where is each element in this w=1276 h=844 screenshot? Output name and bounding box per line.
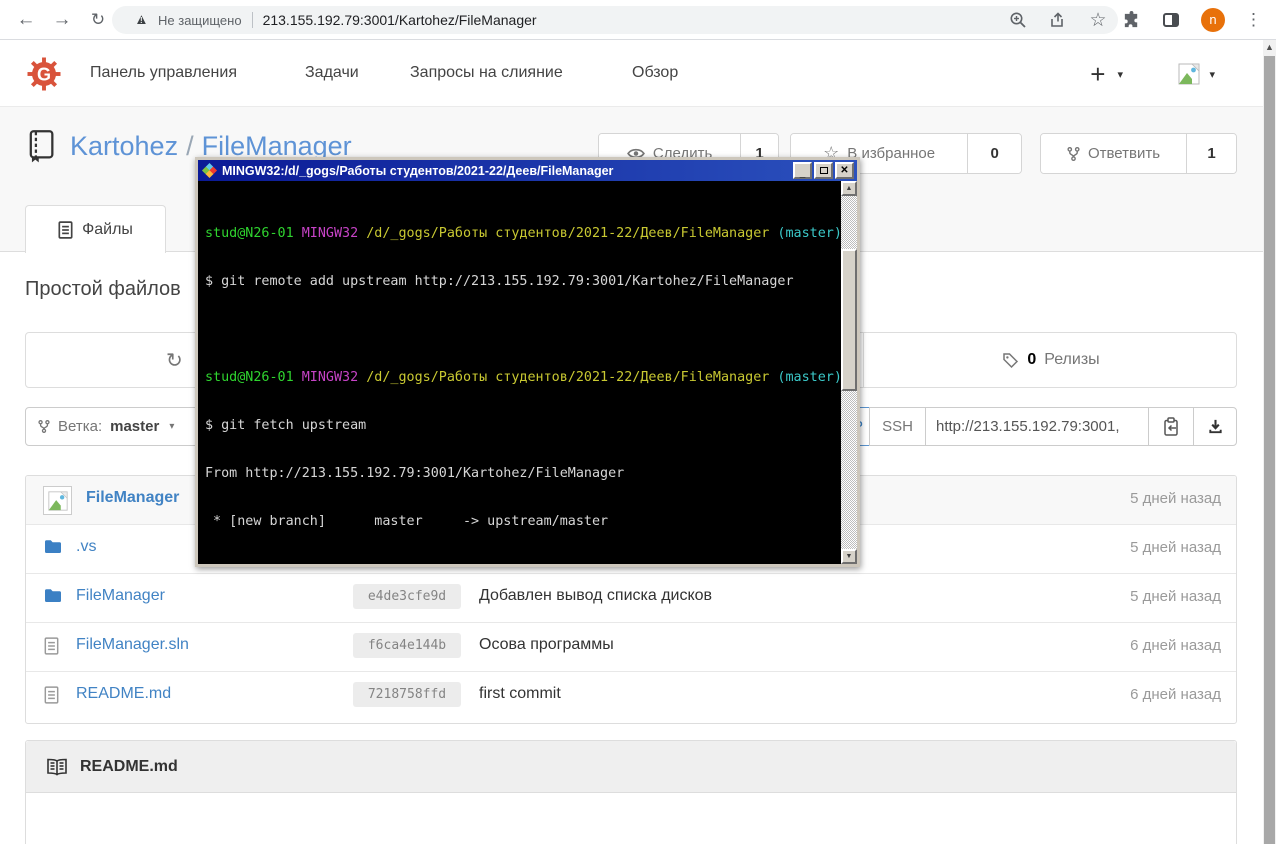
nav-pull-requests[interactable]: Запросы на слияние (410, 64, 563, 82)
commit-message-link[interactable]: first commit (479, 685, 561, 703)
nav-issues[interactable]: Задачи (305, 64, 359, 82)
file-date: 5 дней назад (1130, 588, 1221, 605)
reload-icon[interactable]: ↻ (84, 6, 112, 34)
omnibox-divider (251, 12, 253, 28)
file-row-filemanager-sln: FileManager.sln f6ca4e144b Осова програм… (26, 623, 1236, 672)
file-date: 6 дней назад (1130, 637, 1221, 654)
branch-name: master (110, 418, 160, 435)
fork-icon (1067, 146, 1080, 161)
terminal-scroll-thumb[interactable] (841, 249, 857, 391)
commit-message-link[interactable]: Осова программы (479, 636, 614, 654)
user-avatar-broken-image-icon[interactable] (1177, 62, 1201, 86)
svg-text:G: G (37, 64, 51, 84)
maximize-button[interactable] (814, 162, 833, 179)
repo-description: Простой файлов (25, 278, 181, 300)
download-repo-button[interactable] (1193, 407, 1237, 446)
terminal-title: MINGW32:/d/_gogs/Работы студентов/2021-2… (222, 163, 614, 178)
scrollbar-thumb[interactable] (1264, 56, 1275, 844)
branch-caret-icon: ▾ (169, 421, 175, 432)
star-count[interactable]: 0 (967, 134, 1021, 173)
branch-selector-button[interactable]: Ветка: master ▾ (25, 407, 200, 446)
folder-icon (44, 539, 62, 554)
close-button[interactable]: ✕ (835, 162, 854, 179)
nav-explore[interactable]: Обзор (632, 64, 678, 82)
commit-author-avatar (43, 486, 72, 515)
page-scrollbar[interactable]: ▲ (1263, 40, 1276, 844)
browser-profile-avatar[interactable]: n (1201, 8, 1225, 32)
user-menu-caret-icon[interactable]: ▾ (1209, 68, 1215, 81)
mintty-terminal-window: MINGW32:/d/_gogs/Работы студентов/2021-2… (195, 157, 860, 567)
side-panel-icon[interactable] (1161, 10, 1181, 30)
download-icon (1208, 419, 1222, 434)
files-tab-icon (58, 220, 73, 239)
releases-label: Релизы (1044, 351, 1100, 368)
folder-icon (44, 588, 62, 603)
terminal-scroll-down-icon[interactable]: ▼ (841, 549, 857, 564)
readme-panel: README.md (25, 740, 1237, 844)
file-date: 5 дней назад (1130, 539, 1221, 556)
latest-commit-date: 5 дней назад (1130, 490, 1221, 507)
file-date: 6 дней назад (1130, 686, 1221, 703)
commit-message-link[interactable]: Добавлен вывод списка дисков (479, 587, 712, 605)
file-icon (44, 637, 59, 655)
address-bar[interactable]: ▲! Не защищено 213.155.192.79:3001/Karto… (112, 6, 1118, 34)
extensions-puzzle-icon[interactable] (1121, 10, 1141, 30)
minimize-button[interactable]: _ (793, 162, 812, 179)
file-row-readme: README.md 7218758ffd first commit 6 дней… (26, 672, 1236, 721)
commit-hash-link[interactable]: 7218758ffd (353, 682, 461, 707)
releases-link[interactable]: 0 Релизы (863, 333, 1238, 387)
commits-history-icon[interactable]: ↻ (166, 348, 183, 373)
forward-icon[interactable]: → (48, 6, 76, 34)
zoom-icon[interactable] (1008, 10, 1028, 30)
commit-author-link[interactable]: FileManager (86, 489, 179, 507)
file-name-link[interactable]: README.md (76, 685, 171, 703)
branch-icon (38, 420, 50, 433)
clone-url-input[interactable] (925, 407, 1149, 446)
create-new-caret-icon[interactable]: ▾ (1117, 68, 1123, 81)
scrollbar-up-arrow-icon[interactable]: ▲ (1263, 42, 1276, 52)
terminal-title-bar[interactable]: MINGW32:/d/_gogs/Работы студентов/2021-2… (198, 160, 857, 181)
releases-count: 0 (1027, 351, 1037, 368)
repository-book-icon (25, 129, 57, 163)
clone-ssh-button[interactable]: SSH (869, 407, 926, 446)
gogs-logo[interactable]: G (26, 56, 62, 92)
fork-button[interactable]: Ответвить (1041, 134, 1186, 173)
readme-header: README.md (26, 741, 1236, 793)
url-text: 213.155.192.79:3001/Kartohez/FileManager (262, 12, 537, 28)
gogs-navbar: G Панель управления Задачи Запросы на сл… (0, 41, 1263, 107)
fork-button-group: Ответвить 1 (1040, 133, 1237, 174)
repo-owner-link[interactable]: Kartohez (70, 131, 178, 161)
broken-image-icon (47, 490, 68, 511)
not-secure-warning-icon: ▲! (134, 11, 149, 28)
file-name-link[interactable]: FileManager (76, 587, 165, 605)
file-icon (44, 686, 59, 704)
screen: ← → ↻ ▲! Не защищено 213.155.192.79:3001… (0, 0, 1276, 844)
fork-count[interactable]: 1 (1186, 134, 1236, 173)
commit-hash-link[interactable]: f6ca4e144b (353, 633, 461, 658)
browser-toolbar: ← → ↻ ▲! Не защищено 213.155.192.79:3001… (0, 0, 1276, 40)
readme-book-icon (47, 758, 67, 776)
copy-clone-url-button[interactable] (1148, 407, 1194, 446)
browser-menu-icon[interactable]: ⋮ (1245, 10, 1262, 30)
readme-title: README.md (80, 757, 178, 775)
share-icon[interactable] (1048, 10, 1068, 30)
terminal-output: stud@N26-01 MINGW32 /d/_gogs/Работы студ… (205, 226, 841, 529)
commit-hash-link[interactable]: e4de3cfe9d (353, 584, 461, 609)
branch-label: Ветка: (58, 418, 103, 435)
copy-icon (1164, 416, 1178, 436)
bookmark-star-icon[interactable]: ☆ (1088, 10, 1108, 31)
nav-dashboard[interactable]: Панель управления (90, 64, 237, 82)
terminal-scrollbar[interactable]: ▲ ▼ (841, 181, 857, 564)
file-name-link[interactable]: FileManager.sln (76, 636, 189, 654)
file-name-link[interactable]: .vs (76, 538, 96, 556)
create-new-plus-icon[interactable]: + (1090, 59, 1105, 90)
file-row-filemanager: FileManager e4de3cfe9d Добавлен вывод сп… (26, 574, 1236, 623)
terminal-body: stud@N26-01 MINGW32 /d/_gogs/Работы студ… (198, 181, 857, 564)
git-bash-icon (201, 162, 218, 179)
security-label: Не защищено (158, 12, 242, 28)
tab-files[interactable]: Файлы (25, 205, 166, 253)
back-icon[interactable]: ← (12, 6, 40, 34)
terminal-scroll-up-icon[interactable]: ▲ (841, 181, 857, 196)
tag-icon (1003, 352, 1019, 368)
